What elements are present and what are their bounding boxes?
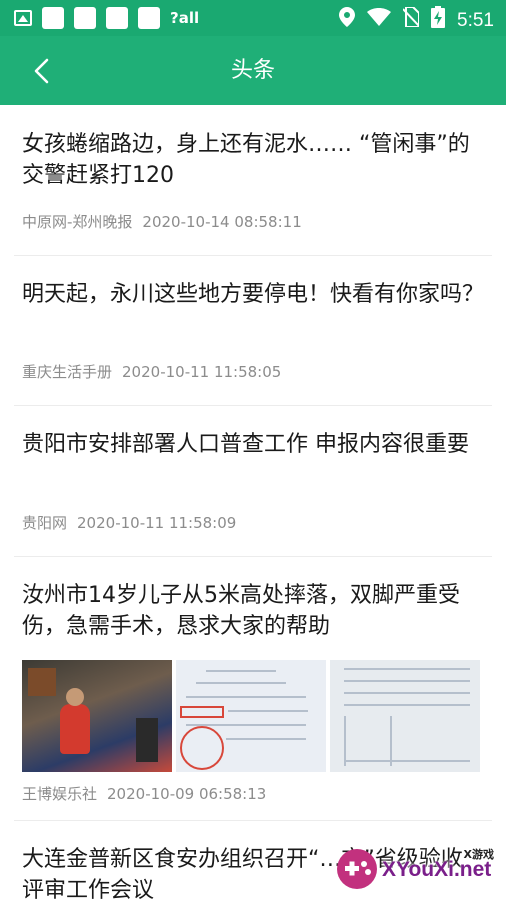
news-time: 2020-10-11 11:58:05 — [122, 363, 282, 381]
notification-box-icon — [106, 7, 128, 29]
news-meta: 王博娱乐社 2020-10-09 06:58:13 — [22, 784, 266, 804]
status-bar: ?all 5:51 — [0, 0, 506, 36]
photo-detail — [28, 668, 56, 696]
signal-icon: ?all — [170, 9, 200, 27]
wifi-icon — [367, 8, 392, 33]
notification-box-icon — [138, 7, 160, 29]
game-controller-logo-icon — [337, 849, 377, 889]
doc-line — [226, 738, 306, 740]
news-title[interactable]: 贵阳市安排部署人口普查工作 申报内容很重要 — [22, 429, 484, 460]
doc-line — [186, 696, 306, 698]
doc-stamp — [180, 726, 224, 770]
news-title[interactable]: 汝州市14岁儿子从5米高处摔落，双脚严重受伤，急需手术，恳求大家的帮助 — [22, 580, 484, 642]
news-time: 2020-10-11 11:58:09 — [77, 514, 237, 532]
news-thumbnail-photo[interactable] — [22, 660, 172, 772]
doc-highlight — [180, 706, 224, 718]
news-time: 2020-10-14 08:58:11 — [142, 213, 302, 231]
status-time: 5:51 — [457, 9, 494, 31]
gallery-icon — [14, 10, 32, 26]
status-bar-left: ?all — [14, 7, 199, 29]
photo-detail — [60, 688, 90, 754]
doc-line — [196, 682, 286, 684]
doc-line — [344, 760, 470, 762]
notification-box-icon — [74, 7, 96, 29]
location-icon — [339, 7, 356, 34]
news-thumbnails — [22, 660, 480, 772]
news-source: 王博娱乐社 — [22, 785, 98, 803]
news-title[interactable]: 明天起，永川这些地方要停电！快看有你家吗？ — [22, 279, 484, 310]
doc-line — [390, 716, 392, 766]
news-title[interactable]: 女孩蜷缩路边，身上还有泥水…… “管闲事”的交警赶紧打120 — [22, 129, 484, 191]
site-watermark: XYouXi.net X游戏 — [336, 846, 500, 894]
news-item[interactable]: 女孩蜷缩路边，身上还有泥水…… “管闲事”的交警赶紧打120 中原网-郑州晚报 2… — [14, 105, 492, 256]
news-item[interactable]: 贵阳市安排部署人口普查工作 申报内容很重要 贵阳网 2020-10-11 11:5… — [14, 405, 492, 557]
page-title: 头条 — [230, 58, 275, 83]
no-sim-icon — [402, 6, 421, 34]
doc-line — [344, 680, 470, 682]
news-source: 贵阳网 — [22, 514, 68, 532]
notification-box-icon — [42, 7, 64, 29]
doc-line — [344, 704, 470, 706]
news-time: 2020-10-09 06:58:13 — [107, 785, 267, 803]
doc-line — [206, 670, 276, 672]
news-item[interactable]: 明天起，永川这些地方要停电！快看有你家吗？ 重庆生活手册 2020-10-11 1… — [14, 255, 492, 406]
photo-detail — [136, 718, 158, 762]
doc-line — [344, 692, 470, 694]
news-thumbnail-document[interactable] — [330, 660, 480, 772]
app-header: 头条 — [0, 36, 506, 105]
news-thumbnail-document[interactable] — [176, 660, 326, 772]
doc-line — [228, 710, 308, 712]
watermark-sub: X游戏 — [463, 848, 494, 861]
battery-charging-icon — [431, 6, 446, 35]
news-meta: 中原网-郑州晚报 2020-10-14 08:58:11 — [22, 212, 302, 232]
status-bar-right: 5:51 — [339, 6, 494, 35]
news-item[interactable]: 汝州市14岁儿子从5米高处摔落，双脚严重受伤，急需手术，恳求大家的帮助 王博娱乐… — [14, 556, 492, 821]
doc-line — [344, 716, 346, 766]
news-meta: 贵阳网 2020-10-11 11:58:09 — [22, 513, 236, 533]
news-source: 中原网-郑州晚报 — [22, 213, 133, 231]
news-source: 重庆生活手册 — [22, 363, 113, 381]
news-meta: 重庆生活手册 2020-10-11 11:58:05 — [22, 362, 281, 382]
doc-line — [344, 668, 470, 670]
